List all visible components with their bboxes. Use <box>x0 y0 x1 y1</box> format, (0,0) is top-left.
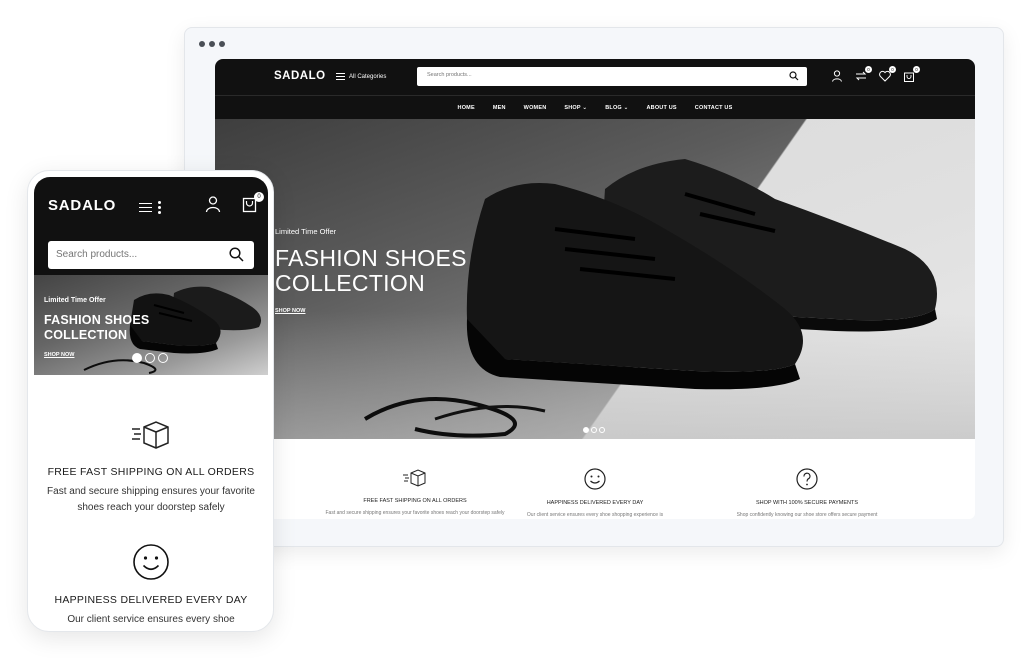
mobile-feature-shipping: FREE FAST SHIPPING ON ALL ORDERS Fast an… <box>34 417 268 516</box>
smiley-icon <box>133 544 169 580</box>
search-input[interactable] <box>56 249 216 260</box>
slider-dot-1[interactable] <box>132 353 142 363</box>
mobile-menu-controls <box>139 199 161 216</box>
feature-shipping: FREE FAST SHIPPING ON ALL ORDERS Fast an… <box>325 467 505 516</box>
hero-offer-label: Limited Time Offer <box>275 227 337 236</box>
menu-icon[interactable] <box>139 200 152 215</box>
chevron-down-icon: ⌄ <box>623 104 629 111</box>
feature-description: Fast and secure shipping ensures your fa… <box>325 510 505 516</box>
nav-contact-us[interactable]: CONTACT US <box>695 105 733 111</box>
feature-description: Our client service ensures every shoe <box>67 614 235 625</box>
hero-title-line2: COLLECTION <box>275 270 425 296</box>
feature-title: HAPPINESS DELIVERED EVERY DAY <box>54 594 248 606</box>
all-categories-button[interactable]: All Categories <box>336 71 386 82</box>
mobile-hero-banner: Limited Time Offer FASHION SHOES COLLECT… <box>34 275 268 375</box>
hero-text: Limited Time Offer FASHION SHOES COLLECT… <box>275 227 467 317</box>
desktop-search-bar[interactable] <box>417 67 807 86</box>
hero-title: FASHION SHOES COLLECTION <box>44 313 149 343</box>
slider-dot-1[interactable] <box>583 427 589 433</box>
feature-title: FREE FAST SHIPPING ON ALL ORDERS <box>47 466 255 478</box>
chevron-down-icon: ⌄ <box>582 104 588 111</box>
hero-title: FASHION SHOES COLLECTION <box>275 246 467 296</box>
cart-count-badge: 0 <box>913 66 920 73</box>
desktop-browser-mockup: SADALO All Categories 0 <box>184 27 1004 547</box>
search-input[interactable] <box>427 72 727 78</box>
nav-women[interactable]: WOMEN <box>524 105 547 111</box>
question-icon <box>796 468 818 490</box>
slider-dot-3[interactable] <box>599 427 605 433</box>
shipping-box-icon <box>403 469 426 487</box>
feature-title: HAPPINESS DELIVERED EVERY DAY <box>546 500 644 506</box>
shop-now-link[interactable]: SHOP NOW <box>44 352 74 358</box>
slider-pagination <box>583 427 605 433</box>
wishlist-heart-icon[interactable]: 0 <box>878 66 896 83</box>
mobile-hero-text: Limited Time Offer FASHION SHOES COLLECT… <box>44 297 149 361</box>
nav-blog[interactable]: BLOG ⌄ <box>605 105 628 111</box>
user-icon[interactable] <box>830 69 844 83</box>
hero-title-line1: FASHION SHOES <box>44 313 150 327</box>
mobile-search-bar[interactable] <box>48 241 254 269</box>
hero-offer-label: Limited Time Offer <box>44 297 106 304</box>
site-logo[interactable]: SADALO <box>274 70 326 82</box>
header-actions: 0 0 0 <box>830 66 920 83</box>
nav-shop[interactable]: SHOP ⌄ <box>564 105 587 111</box>
compare-icon[interactable]: 0 <box>854 66 872 83</box>
user-icon[interactable] <box>204 195 222 218</box>
nav-men[interactable]: MEN <box>493 105 506 111</box>
feature-happiness: HAPPINESS DELIVERED EVERY DAY Our client… <box>505 467 685 518</box>
shop-now-link[interactable]: SHOP NOW <box>275 308 305 314</box>
feature-title: SHOP WITH 100% SECURE PAYMENTS <box>755 500 859 506</box>
feature-title: FREE FAST SHIPPING ON ALL ORDERS <box>363 498 467 504</box>
smiley-icon <box>584 468 606 490</box>
cart-count-badge: 0 <box>254 192 264 202</box>
desktop-screen: SADALO All Categories 0 <box>215 59 975 519</box>
nav-blog-label: BLOG <box>605 104 622 111</box>
nav-shop-label: SHOP <box>564 104 581 111</box>
mobile-phone-mockup: SADALO 0 Search products... Limited Time… <box>27 170 274 632</box>
window-dots <box>199 41 225 47</box>
hero-title-line1: FASHION SHOES <box>275 245 467 271</box>
search-icon[interactable] <box>789 71 799 81</box>
nav-about-us[interactable]: ABOUT US <box>646 105 676 111</box>
slider-dot-2[interactable] <box>145 353 155 363</box>
feature-description: Shop confidently knowing our shoe store … <box>736 512 878 518</box>
mobile-site-logo[interactable]: SADALO <box>48 197 116 214</box>
slider-dot-2[interactable] <box>591 427 597 433</box>
search-icon[interactable] <box>229 247 244 262</box>
main-navigation: HOME MEN WOMEN SHOP ⌄ BLOG ⌄ ABOUT US CO… <box>215 95 975 119</box>
desktop-header: SADALO All Categories 0 <box>215 59 975 95</box>
feature-description: Our client service ensures every shoe sh… <box>526 512 664 518</box>
mobile-screen: SADALO 0 Search products... Limited Time… <box>34 177 268 627</box>
feature-description: Fast and secure shipping ensures your fa… <box>47 486 255 513</box>
mobile-feature-happiness: HAPPINESS DELIVERED EVERY DAY Our client… <box>34 543 268 627</box>
hero-banner: Limited Time Offer FASHION SHOES COLLECT… <box>215 119 975 439</box>
mobile-header: SADALO 0 <box>34 177 268 275</box>
cart-bag-icon[interactable]: 0 <box>902 66 920 83</box>
shipping-box-icon <box>132 421 169 449</box>
features-section: FREE FAST SHIPPING ON ALL ORDERS Fast an… <box>215 439 975 519</box>
wishlist-count-badge: 0 <box>889 66 896 73</box>
all-categories-label: All Categories <box>349 73 387 80</box>
more-options-icon[interactable] <box>158 199 161 216</box>
menu-icon <box>336 71 345 82</box>
nav-home[interactable]: HOME <box>458 105 475 111</box>
slider-pagination <box>132 353 168 363</box>
hero-title-line2: COLLECTION <box>44 328 128 342</box>
slider-dot-3[interactable] <box>158 353 168 363</box>
compare-count-badge: 0 <box>865 66 872 73</box>
feature-secure-payments: SHOP WITH 100% SECURE PAYMENTS Shop conf… <box>717 467 897 518</box>
cart-bag-icon[interactable]: 0 <box>242 192 264 218</box>
